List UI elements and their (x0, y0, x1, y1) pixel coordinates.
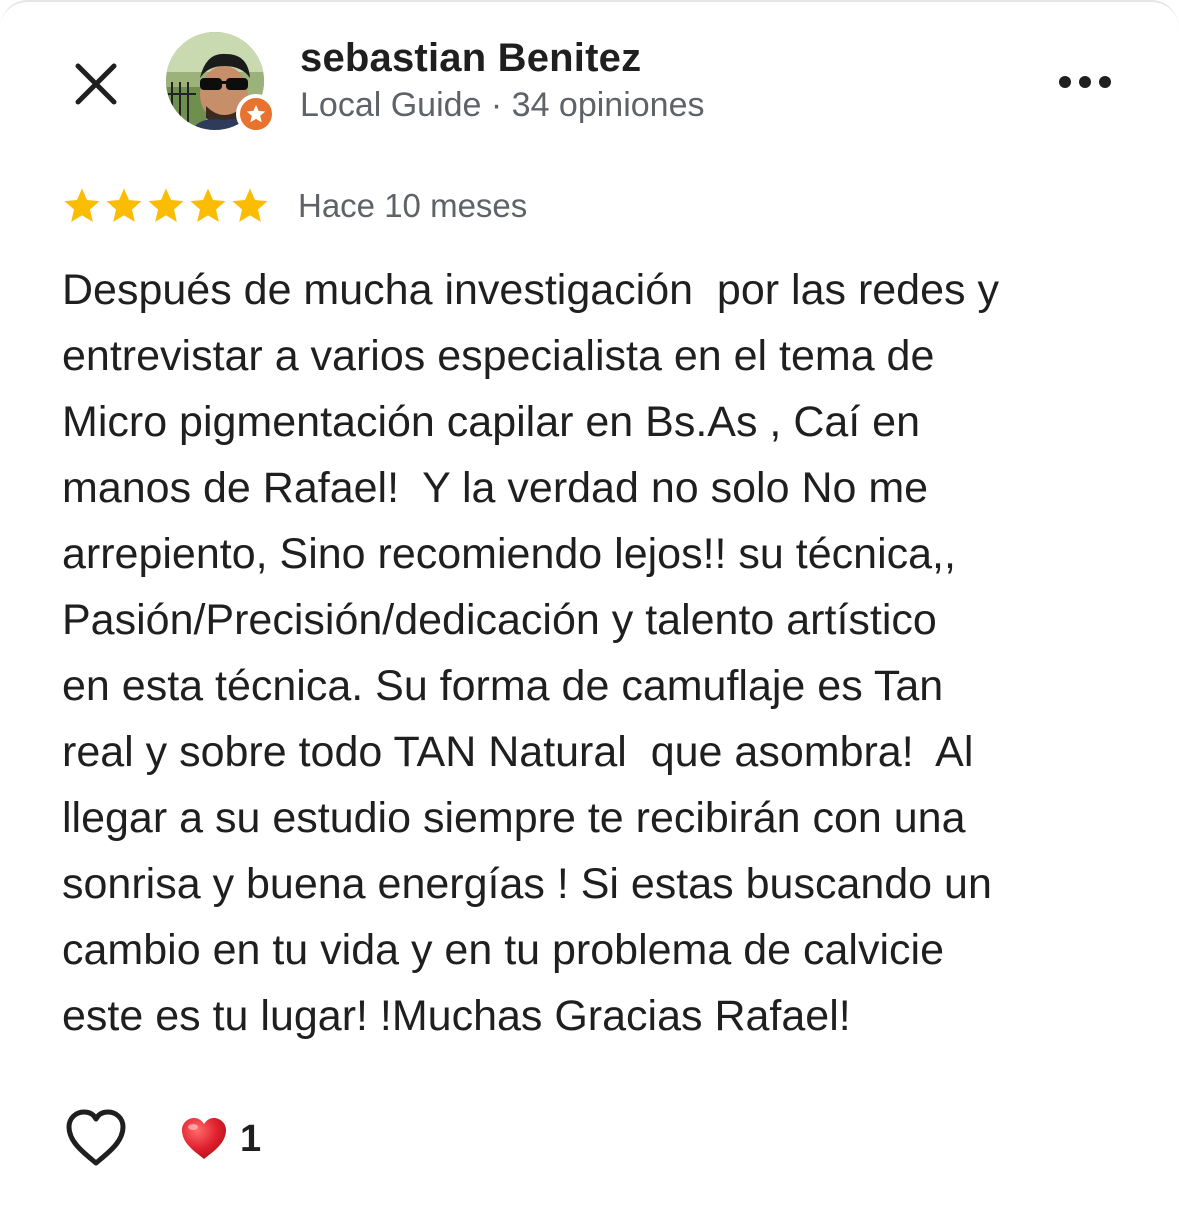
review-sheet: sebastian Benitez Local Guide · 34 opini… (0, 0, 1179, 1222)
star-icon (232, 188, 268, 222)
rating-row: Hace 10 meses (62, 182, 527, 230)
red-heart-icon (182, 1118, 226, 1159)
review-line: sonrisa y buena energías ! Si estas busc… (62, 860, 992, 908)
review-time: Hace 10 meses (298, 187, 528, 224)
review-line: entrevistar a varios especialista en el … (62, 332, 935, 380)
star-icon (106, 188, 142, 222)
review-line: llegar a su estudio siempre te recibirán… (62, 794, 966, 842)
review-line: Después de mucha investigación por las r… (62, 266, 999, 314)
star-rating (62, 186, 270, 226)
author-name[interactable]: sebastian Benitez (300, 36, 641, 81)
author-avatar[interactable] (166, 32, 276, 134)
local-guide-star-icon (246, 104, 266, 123)
author-meta[interactable]: Local Guide · 34 opiniones (300, 86, 705, 125)
more-options-icon (1059, 76, 1111, 88)
close-icon (75, 63, 117, 105)
close-button[interactable] (66, 54, 126, 114)
star-icon (190, 188, 226, 222)
review-line: Pasión/Precisión/dedicación y talento ar… (62, 596, 937, 644)
star-icon (148, 188, 184, 222)
heart-outline-icon (66, 1109, 126, 1166)
review-line: en esta técnica. Su forma de camuflaje e… (62, 662, 944, 710)
review-line: Micro pigmentación capilar en Bs.As , Ca… (62, 398, 921, 446)
star-icon (64, 188, 100, 222)
review-line: cambio en tu vida y en tu problema de ca… (62, 926, 944, 974)
more-options-button[interactable] (1050, 60, 1120, 104)
reaction-summary[interactable]: 1 (180, 1114, 261, 1164)
like-button[interactable] (64, 1108, 128, 1170)
review-line: real y sobre todo TAN Natural que asombr… (62, 728, 974, 776)
reaction-count: 1 (240, 1117, 262, 1160)
local-guide-badge (236, 94, 276, 134)
review-text: Después de mucha investigación por las r… (62, 257, 1142, 1049)
review-line: arrepiento, Sino recomiendo lejos!! su t… (62, 530, 956, 578)
review-line: este es tu lugar! !Muchas Gracias Rafael… (62, 992, 851, 1040)
review-line: manos de Rafael! Y la verdad no solo No … (62, 464, 929, 512)
